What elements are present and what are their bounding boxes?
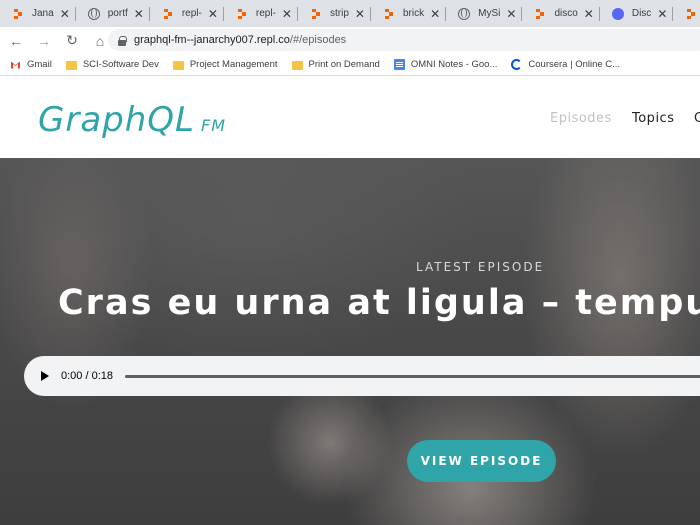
bookmark-label: Gmail <box>27 59 52 70</box>
browser-tab[interactable]: portf ✕ <box>76 0 150 27</box>
browser-tab[interactable]: brick ✕ <box>371 0 447 27</box>
view-episode-button[interactable]: VIEW EPISODE <box>407 440 556 482</box>
nav-episodes[interactable]: Episodes <box>550 111 612 126</box>
discord-icon <box>611 7 624 20</box>
globe-icon <box>458 7 471 20</box>
browser-tab[interactable]: repl- ✕ <box>224 0 299 27</box>
close-icon[interactable]: ✕ <box>355 7 365 21</box>
bookmark-gmail[interactable]: Gmail <box>10 59 52 70</box>
coursera-icon <box>511 59 523 70</box>
bookmark-sci-software-dev[interactable]: SCI-Software Dev <box>65 59 159 70</box>
docs-icon <box>393 59 405 70</box>
browser-tab[interactable]: Disc ✕ <box>600 0 674 27</box>
bookmark-label: Project Management <box>189 59 278 70</box>
replit-icon <box>534 8 546 20</box>
replit-icon <box>162 8 174 20</box>
gmail-icon <box>10 59 21 70</box>
folder-icon <box>65 60 77 70</box>
lock-icon <box>118 35 127 46</box>
nav-item-cut-off[interactable]: C <box>694 111 700 126</box>
audio-time: 0:00 / 0:18 <box>61 370 113 382</box>
nav-topics[interactable]: Topics <box>632 111 674 126</box>
replit-icon <box>12 8 24 20</box>
bookmarks-bar: Gmail SCI-Software Dev Project Managemen… <box>0 54 700 76</box>
tab-title: repl- <box>181 8 202 19</box>
bookmark-label: Coursera | Online C... <box>528 59 621 70</box>
site-logo[interactable]: GraphQL FM <box>38 100 226 140</box>
browser-tab[interactable]: strip ✕ <box>298 0 371 27</box>
close-icon[interactable]: ✕ <box>208 7 218 21</box>
browser-tab[interactable]: grapl <box>673 0 700 27</box>
bookmark-label: SCI-Software Dev <box>82 59 159 70</box>
close-icon[interactable]: ✕ <box>134 7 144 21</box>
address-bar[interactable]: graphql-fm--janarchy007.repl.co/#/episod… <box>108 29 700 51</box>
tab-title: brick <box>402 8 425 19</box>
tab-title: portf <box>107 8 128 19</box>
logo-suffix-text: FM <box>201 116 227 135</box>
play-icon[interactable] <box>41 371 49 381</box>
reload-icon[interactable]: ↻ <box>60 29 84 53</box>
url-host: graphql-fm--janarchy007.repl.co <box>134 34 290 46</box>
latest-episode-kicker: LATEST EPISODE <box>416 260 545 274</box>
bookmark-label: Print on Demand <box>308 59 380 70</box>
browser-tab[interactable]: repl- ✕ <box>150 0 224 27</box>
globe-icon <box>87 7 100 20</box>
tab-title: repl- <box>255 8 276 19</box>
browser-tab[interactable]: MySi ✕ <box>446 0 523 27</box>
browser-toolbar: ← → ↻ ⌂ graphql-fm--janarchy007.repl.co/… <box>0 27 700 54</box>
episode-title: Cras eu urna at ligula – tempus <box>58 283 700 323</box>
folder-icon <box>291 60 303 70</box>
tab-title: MySi <box>478 8 501 19</box>
site-header: GraphQL FM Episodes Topics C <box>0 78 700 158</box>
logo-main-text: GraphQL <box>38 100 195 140</box>
tab-title: Disc <box>631 8 652 19</box>
back-icon[interactable]: ← <box>4 29 28 53</box>
bookmark-coursera[interactable]: Coursera | Online C... <box>511 59 620 70</box>
replit-icon <box>383 8 395 20</box>
browser-tab[interactable]: disco ✕ <box>522 0 601 27</box>
bookmark-print-on-demand[interactable]: Print on Demand <box>291 59 380 70</box>
close-icon[interactable]: ✕ <box>657 7 667 21</box>
close-icon[interactable]: ✕ <box>584 7 594 21</box>
url-path: /#/episodes <box>289 34 347 46</box>
bookmark-project-management[interactable]: Project Management <box>172 59 278 70</box>
forward-icon[interactable]: → <box>32 29 56 53</box>
audio-progress-bar[interactable] <box>125 374 700 378</box>
replit-icon <box>310 8 322 20</box>
audio-player: 0:00 / 0:18 <box>24 356 700 396</box>
tab-title: disco <box>554 8 578 19</box>
tab-title: strip <box>329 8 349 19</box>
url-text: graphql-fm--janarchy007.repl.co/#/episod… <box>134 34 346 46</box>
bookmark-omni-notes[interactable]: OMNI Notes - Goo... <box>393 59 498 70</box>
replit-icon <box>236 8 248 20</box>
close-icon[interactable]: ✕ <box>60 7 70 21</box>
bookmark-label: OMNI Notes - Goo... <box>410 59 498 70</box>
tab-title: Jana <box>32 8 54 19</box>
close-icon[interactable]: ✕ <box>506 7 516 21</box>
replit-icon <box>685 8 697 20</box>
browser-tab-strip: Jana ✕ portf ✕ repl- ✕ repl- ✕ strip ✕ b… <box>0 0 700 27</box>
folder-icon <box>172 60 184 70</box>
close-icon[interactable]: ✕ <box>282 7 292 21</box>
hero-section: LATEST EPISODE Cras eu urna at ligula – … <box>0 158 700 525</box>
browser-tab[interactable]: Jana ✕ <box>0 0 76 27</box>
close-icon[interactable]: ✕ <box>430 7 440 21</box>
